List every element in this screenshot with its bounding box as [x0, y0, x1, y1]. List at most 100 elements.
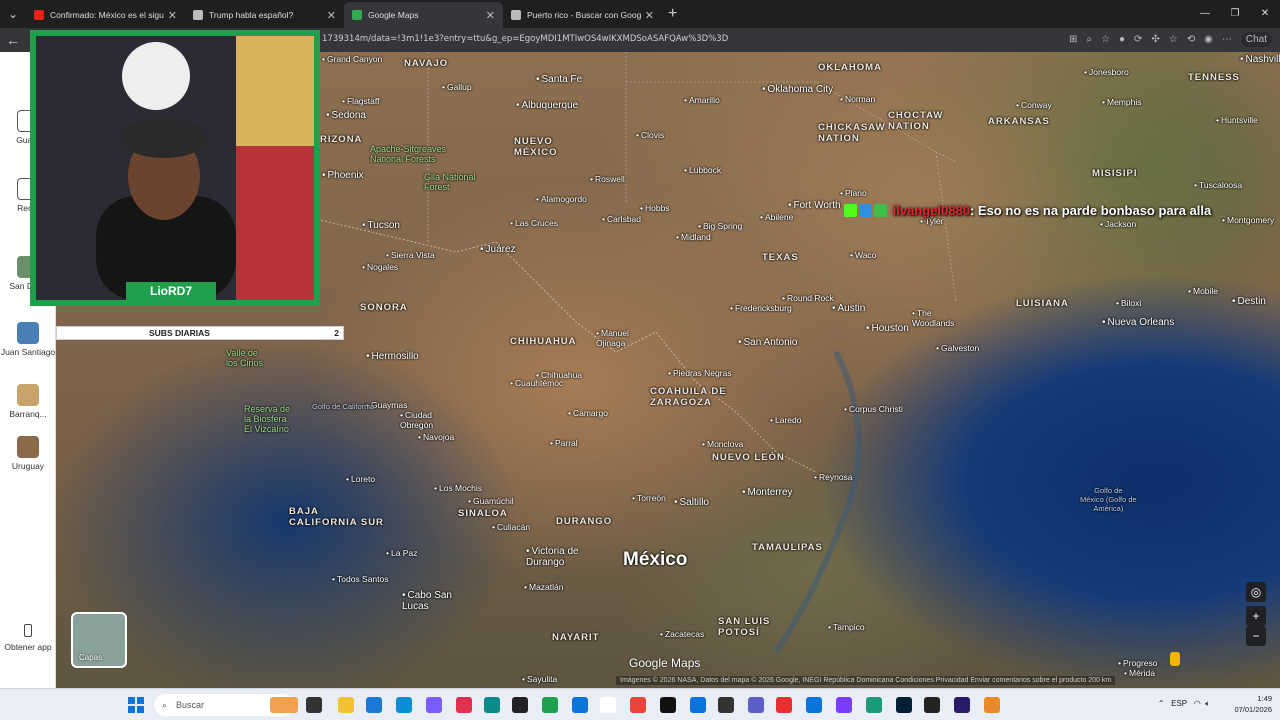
map-city-label: Lubbock: [684, 165, 721, 175]
chevron-up-icon[interactable]: ⌃: [1158, 699, 1165, 708]
layers-button[interactable]: Capas: [71, 612, 127, 668]
map-city-label: Tampico: [828, 622, 865, 632]
taskbar-app-icon[interactable]: [512, 697, 528, 713]
map-city-label: Todos Santos: [332, 574, 389, 584]
minimize-icon[interactable]: —: [1190, 0, 1220, 28]
taskbar-app-icon[interactable]: [984, 697, 1000, 713]
map-region-label: NAYARIT: [552, 632, 600, 643]
map-city-label: Houston: [866, 323, 909, 334]
taskbar-app-icon[interactable]: [748, 697, 764, 713]
map-city-label: Roswell: [590, 174, 625, 184]
tab-close-icon[interactable]: ✕: [168, 9, 177, 22]
map-region-label: TENNESS: [1188, 72, 1240, 83]
map-city-label: Reynosa: [814, 472, 853, 482]
apps-icon[interactable]: ⊞: [1069, 34, 1077, 45]
chat-button[interactable]: Chat: [1240, 32, 1272, 47]
taskbar-app-icon[interactable]: [836, 697, 852, 713]
map-city-label: Hermosillo: [366, 351, 419, 362]
map-city-label: La Paz: [386, 548, 417, 558]
streamer-webcam: LioRD7: [30, 30, 320, 306]
favorites-icon[interactable]: ☆: [1169, 34, 1178, 45]
map-city-label: Los Mochis: [434, 483, 482, 493]
map-region-label: TEXAS: [762, 252, 799, 263]
sidebar-item[interactable]: Uruguay: [0, 436, 56, 471]
taskbar-app-icon[interactable]: [306, 697, 322, 713]
taskbar-app-icon[interactable]: [366, 697, 382, 713]
puzzle-icon[interactable]: ✣: [1151, 34, 1159, 45]
taskbar-app-icon[interactable]: [660, 697, 676, 713]
map-city-label: Guamúchil: [468, 496, 514, 506]
profile-avatar-icon[interactable]: ◉: [1204, 34, 1213, 45]
map-park-label: Apache-Sitgreaves National Forests: [370, 144, 447, 164]
webcam-scene: [36, 36, 314, 300]
taskbar-app-icon[interactable]: [718, 697, 734, 713]
new-tab-icon[interactable]: +: [668, 5, 677, 23]
taskbar-app-icon[interactable]: [806, 697, 822, 713]
taskbar-app-icon[interactable]: [924, 697, 940, 713]
search-icon: ⌕: [162, 700, 168, 710]
sidebar-item[interactable]: Barranq...: [0, 384, 56, 419]
taskbar-app-icon[interactable]: [866, 697, 882, 713]
map-city-label: Tuscaloosa: [1194, 180, 1242, 190]
reload-extension-icon[interactable]: ⟳: [1134, 34, 1142, 45]
maximize-icon[interactable]: ❐: [1220, 0, 1250, 28]
zoom-out-button[interactable]: −: [1246, 626, 1266, 646]
map-city-label: San Antonio: [738, 337, 798, 348]
taskbar-app-icon[interactable]: [396, 697, 412, 713]
taskbar-app-icon[interactable]: [484, 697, 500, 713]
bookmark-star-icon[interactable]: ☆: [1101, 34, 1110, 45]
sidebar-item[interactable]: Juan Santiago: [0, 322, 56, 357]
tab-search-icon[interactable]: ⌄: [0, 0, 26, 28]
windows-taskbar: ⌕ Buscar ⌃ ESP ◠ 🔈︎ 1:49 07/01/2026: [0, 688, 1280, 720]
street-view-pegman-icon[interactable]: [1170, 652, 1180, 666]
volume-icon[interactable]: 🔈︎: [1205, 699, 1210, 708]
subs-count: 2: [334, 328, 339, 338]
browser-tab[interactable]: Google Maps ✕: [344, 2, 503, 28]
url-field[interactable]: 1739314m/data=!3m1!1e3?entry=ttu&g_ep=Eg…: [322, 34, 728, 44]
map-city-label: Navojoa: [418, 432, 454, 442]
taskbar-app-icon[interactable]: [776, 697, 792, 713]
map-region-label: NAVAJO: [404, 58, 449, 69]
more-menu-icon[interactable]: ⋯: [1222, 34, 1232, 45]
wifi-icon[interactable]: ◠: [1194, 699, 1201, 708]
taskbar-app-icon[interactable]: [338, 697, 354, 713]
tray-icons: ⌃ ESP ◠ 🔈︎: [1158, 699, 1210, 709]
map-city-label: Mazatlán: [524, 582, 564, 592]
subs-label: SUBS DIARIAS: [149, 328, 210, 338]
tab-close-icon[interactable]: ✕: [486, 9, 495, 22]
sync-icon[interactable]: ⟲: [1187, 34, 1195, 45]
zoom-icon[interactable]: ⌕: [1086, 34, 1092, 45]
browser-tab[interactable]: Trump habla español? ✕: [185, 2, 344, 28]
map-city-label: Parral: [550, 438, 578, 448]
map-city-label: Torreón: [632, 493, 666, 503]
taskbar-app-icon[interactable]: [896, 697, 912, 713]
tab-close-icon[interactable]: ✕: [327, 9, 336, 22]
browser-tab[interactable]: Puerto rico - Buscar con Google ✕: [503, 2, 662, 28]
taskbar-app-icon[interactable]: [690, 697, 706, 713]
taskbar-app-icon[interactable]: [426, 697, 442, 713]
get-app-button[interactable]: Obtener app: [0, 624, 56, 652]
sidebar-item-thumbnail: [17, 436, 39, 458]
taskbar-app-icon[interactable]: [600, 697, 616, 713]
map-region-label: CHIHUAHUA: [510, 336, 577, 347]
tab-close-icon[interactable]: ✕: [645, 9, 654, 22]
map-city-label: Corpus Christi: [844, 404, 903, 414]
map-city-label: Fredericksburg: [730, 303, 792, 313]
clock[interactable]: 1:49 07/01/2026: [1234, 693, 1272, 715]
browser-tab[interactable]: Confirmado: México es el siguien ✕: [26, 2, 185, 28]
taskbar-app-icon[interactable]: [572, 697, 588, 713]
taskbar-app-icon[interactable]: [542, 697, 558, 713]
taskbar-app-icon[interactable]: [954, 697, 970, 713]
taskbar-app-icon[interactable]: [456, 697, 472, 713]
extension-icon[interactable]: ●: [1119, 34, 1125, 45]
close-icon[interactable]: ✕: [1250, 0, 1280, 28]
windows-start-icon[interactable]: [128, 697, 144, 713]
my-location-icon[interactable]: ◎: [1246, 582, 1266, 602]
zoom-in-button[interactable]: +: [1246, 606, 1266, 626]
back-arrow-icon[interactable]: ←: [6, 32, 20, 48]
taskbar-app-icon[interactable]: [270, 697, 298, 713]
map-region-label: NUEVO LEÓN: [712, 452, 785, 463]
lang-indicator[interactable]: ESP: [1171, 699, 1187, 708]
map-city-label: Plano: [840, 188, 867, 198]
taskbar-app-icon[interactable]: [630, 697, 646, 713]
